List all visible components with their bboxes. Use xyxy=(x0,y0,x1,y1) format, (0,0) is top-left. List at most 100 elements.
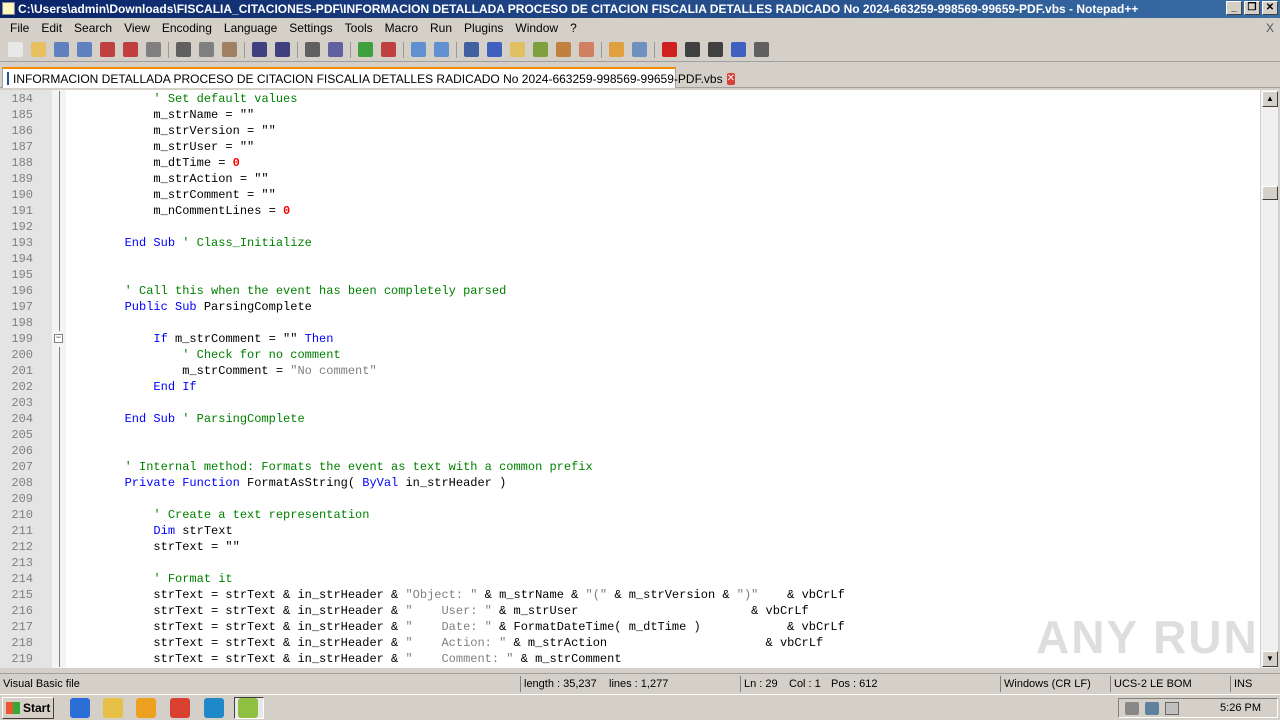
menu-encoding[interactable]: Encoding xyxy=(156,18,218,38)
open-file-icon[interactable] xyxy=(27,39,49,61)
menu-plugins[interactable]: Plugins xyxy=(458,18,509,38)
scroll-down-arrow-icon[interactable]: ▼ xyxy=(1262,651,1278,667)
code-line[interactable]: 206 xyxy=(0,443,1260,459)
word-wrap-icon[interactable] xyxy=(460,39,482,61)
menu-file[interactable]: File xyxy=(4,18,35,38)
run-macro-multiple-icon[interactable] xyxy=(727,39,749,61)
media-player-icon[interactable] xyxy=(136,698,156,718)
code-line[interactable]: 193 End Sub ' Class_Initialize xyxy=(0,235,1260,251)
code-line[interactable]: 189 m_strAction = "" xyxy=(0,171,1260,187)
code-line[interactable]: 186 m_strVersion = "" xyxy=(0,123,1260,139)
fold-toggle-icon[interactable]: − xyxy=(54,334,63,343)
code-line[interactable]: 202 End If xyxy=(0,379,1260,395)
menu-tools[interactable]: Tools xyxy=(339,18,379,38)
code-line[interactable]: 194 xyxy=(0,251,1260,267)
document-tab[interactable]: INFORMACION DETALLADA PROCESO DE CITACIO… xyxy=(2,67,735,88)
function-list-icon[interactable] xyxy=(575,39,597,61)
save-macro-icon[interactable] xyxy=(750,39,772,61)
scroll-up-arrow-icon[interactable]: ▲ xyxy=(1262,91,1278,107)
code-line[interactable]: 211 Dim strText xyxy=(0,523,1260,539)
code-line[interactable]: 208 Private Function FormatAsString( ByV… xyxy=(0,475,1260,491)
print-icon[interactable] xyxy=(142,39,164,61)
code-line[interactable]: 184 ' Set default values xyxy=(0,91,1260,107)
record-macro-icon[interactable] xyxy=(658,39,680,61)
code-line[interactable]: 187 m_strUser = "" xyxy=(0,139,1260,155)
zoom-out-icon[interactable] xyxy=(377,39,399,61)
notepadpp-icon[interactable] xyxy=(238,698,258,718)
sync-v-icon[interactable] xyxy=(407,39,429,61)
restore-button[interactable]: ❐ xyxy=(1244,1,1260,15)
paste-icon[interactable] xyxy=(218,39,240,61)
volume-icon[interactable] xyxy=(1125,702,1139,715)
edge-icon[interactable] xyxy=(204,698,224,718)
code-line[interactable]: 210 ' Create a text representation xyxy=(0,507,1260,523)
find-icon[interactable] xyxy=(301,39,323,61)
save-all-icon[interactable] xyxy=(73,39,95,61)
chrome-icon[interactable] xyxy=(170,698,190,718)
code-line[interactable]: 191 m_nCommentLines = 0 xyxy=(0,203,1260,219)
replace-icon[interactable] xyxy=(324,39,346,61)
code-line[interactable]: 209 xyxy=(0,491,1260,507)
zoom-in-icon[interactable] xyxy=(354,39,376,61)
code-line[interactable]: 214 ' Format it xyxy=(0,571,1260,587)
close-icon[interactable] xyxy=(96,39,118,61)
close-all-icon[interactable] xyxy=(119,39,141,61)
code-line[interactable]: 195 xyxy=(0,267,1260,283)
system-clock[interactable]: 5:26 PM xyxy=(1220,702,1261,714)
code-line[interactable]: 204 End Sub ' ParsingComplete xyxy=(0,411,1260,427)
save-icon[interactable] xyxy=(50,39,72,61)
action-center-flag-icon[interactable] xyxy=(1165,702,1179,715)
status-encoding[interactable]: UCS-2 LE BOM xyxy=(1110,676,1230,692)
menu-macro[interactable]: Macro xyxy=(379,18,424,38)
close-button[interactable]: ✕ xyxy=(1262,1,1278,15)
cut-icon[interactable] xyxy=(172,39,194,61)
play-macro-icon[interactable] xyxy=(704,39,726,61)
ie-icon[interactable] xyxy=(70,698,90,718)
copy-icon[interactable] xyxy=(195,39,217,61)
start-button[interactable]: Start xyxy=(2,697,54,719)
menu-help[interactable]: ? xyxy=(564,18,583,38)
code-line[interactable]: 188 m_dtTime = 0 xyxy=(0,155,1260,171)
code-line[interactable]: 192 xyxy=(0,219,1260,235)
code-line[interactable]: 190 m_strComment = "" xyxy=(0,187,1260,203)
code-line[interactable]: 205 xyxy=(0,427,1260,443)
doc-map-icon[interactable] xyxy=(552,39,574,61)
code-editor[interactable]: 184 ' Set default values 185 m_strName = … xyxy=(0,90,1260,668)
folder-workspace-icon[interactable] xyxy=(605,39,627,61)
code-line[interactable]: 199 − If m_strComment = "" Then xyxy=(0,331,1260,347)
code-line[interactable]: 212 strText = "" xyxy=(0,539,1260,555)
code-line[interactable]: 200 ' Check for no comment xyxy=(0,347,1260,363)
code-line[interactable]: 196 ' Call this when the event has been … xyxy=(0,283,1260,299)
code-line[interactable]: 185 m_strName = "" xyxy=(0,107,1260,123)
sync-h-icon[interactable] xyxy=(430,39,452,61)
code-line[interactable]: 215 strText = strText & in_strHeader & "… xyxy=(0,587,1260,603)
code-line[interactable]: 213 xyxy=(0,555,1260,571)
close-document-menu-button[interactable]: X xyxy=(1266,18,1274,38)
minimize-button[interactable]: _ xyxy=(1226,1,1242,15)
new-file-icon[interactable] xyxy=(4,39,26,61)
menu-view[interactable]: View xyxy=(118,18,156,38)
network-icon[interactable] xyxy=(1145,702,1159,715)
redo-icon[interactable] xyxy=(271,39,293,61)
stop-record-icon[interactable] xyxy=(681,39,703,61)
status-eol[interactable]: Windows (CR LF) xyxy=(1000,676,1110,692)
code-line[interactable]: 198 xyxy=(0,315,1260,331)
menu-settings[interactable]: Settings xyxy=(283,18,338,38)
menu-run[interactable]: Run xyxy=(424,18,458,38)
code-line[interactable]: 201 m_strComment = "No comment" xyxy=(0,363,1260,379)
monitor-icon[interactable] xyxy=(628,39,650,61)
code-line[interactable]: 203 xyxy=(0,395,1260,411)
menu-window[interactable]: Window xyxy=(509,18,564,38)
show-all-chars-icon[interactable] xyxy=(483,39,505,61)
menu-edit[interactable]: Edit xyxy=(35,18,68,38)
user-lang-icon[interactable] xyxy=(529,39,551,61)
menu-search[interactable]: Search xyxy=(68,18,118,38)
scroll-thumb[interactable] xyxy=(1262,186,1278,200)
undo-icon[interactable] xyxy=(248,39,270,61)
vertical-scrollbar[interactable]: ▲ ▼ xyxy=(1260,90,1278,668)
code-line[interactable]: 197 Public Sub ParsingComplete xyxy=(0,299,1260,315)
menu-language[interactable]: Language xyxy=(218,18,283,38)
code-line[interactable]: 207 ' Internal method: Formats the event… xyxy=(0,459,1260,475)
indent-guide-icon[interactable] xyxy=(506,39,528,61)
explorer-icon[interactable] xyxy=(103,698,123,718)
